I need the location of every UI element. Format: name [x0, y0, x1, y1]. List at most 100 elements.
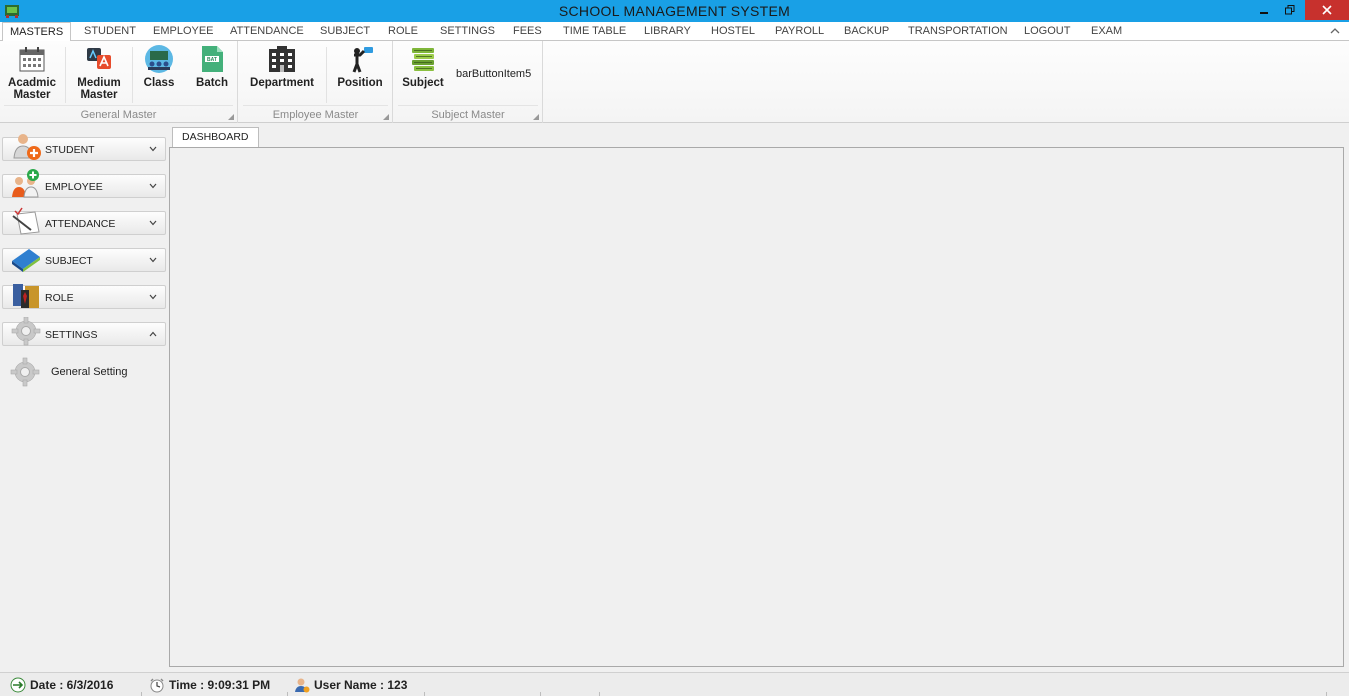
batch-icon-text: BAT: [207, 57, 217, 63]
medium-master-label-2: Master: [80, 89, 118, 101]
subject-label: Subject: [402, 77, 444, 89]
nav-group-label: EMPLOYEE: [45, 181, 103, 193]
group-caption-divider: [398, 105, 538, 106]
classroom-icon: [145, 45, 173, 73]
acadmic-master-label-1: Acadmic: [8, 77, 56, 89]
close-icon: [1322, 5, 1332, 15]
tab-library[interactable]: LIBRARY: [644, 22, 691, 41]
gear-icon: [11, 317, 41, 346]
subject-button[interactable]: Subject: [400, 44, 446, 89]
user-icon: [295, 678, 310, 693]
ribbon-group-general-master: Acadmic Master Medium Master Class BAT B…: [0, 41, 238, 123]
tab-student[interactable]: STUDENT: [84, 22, 136, 41]
minimize-button[interactable]: [1251, 0, 1277, 20]
status-divider: [1326, 692, 1327, 696]
building-icon: [269, 46, 295, 72]
nav-group-label: STUDENT: [45, 144, 95, 156]
tab-fees[interactable]: FEES: [513, 22, 542, 41]
nav-group-employee[interactable]: EMPLOYEE: [2, 169, 166, 198]
restore-button[interactable]: [1277, 0, 1303, 20]
department-button[interactable]: Department: [245, 44, 319, 89]
nav-group-role[interactable]: ROLE: [2, 284, 166, 309]
nav-group-label: ROLE: [45, 292, 74, 304]
ribbon-group-employee-master: Department Position Employee Master: [239, 41, 393, 123]
department-label: Department: [250, 77, 314, 89]
status-time-text: Time : 9:09:31 PM: [169, 678, 271, 692]
tab-logout[interactable]: LOGOUT: [1024, 22, 1070, 41]
class-button[interactable]: Class: [138, 44, 180, 89]
clock-icon: [150, 678, 164, 693]
bar-button-item-5[interactable]: barButtonItem5: [456, 68, 531, 80]
group-launcher-icon[interactable]: [228, 114, 234, 120]
acadmic-master-label-2: Master: [13, 89, 51, 101]
status-divider: [287, 692, 288, 696]
tab-payroll[interactable]: PAYROLL: [775, 22, 824, 41]
batch-file-icon: BAT: [202, 46, 223, 72]
ribbon-group-subject-master: Subject barButtonItem5 Subject Master: [394, 41, 543, 123]
language-icon: [87, 48, 111, 69]
chevron-up-icon: [149, 331, 157, 337]
calendar-arrow-icon: [10, 677, 26, 693]
add-employee-icon: [12, 169, 39, 198]
add-student-icon: [13, 134, 41, 160]
close-button[interactable]: [1305, 0, 1349, 20]
nav-group-subject[interactable]: SUBJECT: [2, 248, 166, 272]
navigation-panel: STUDENT EMPLOYEE ATTENDANCE SUBJECT ROLE…: [0, 124, 168, 671]
tab-dashboard[interactable]: DASHBOARD: [172, 127, 259, 148]
tab-settings[interactable]: SETTINGS: [440, 22, 495, 41]
chevron-down-icon: [149, 294, 157, 300]
ribbon-tab-bar: MASTERS STUDENT EMPLOYEE ATTENDANCE SUBJ…: [0, 22, 1349, 42]
nav-group-label: SUBJECT: [45, 255, 93, 267]
role-icon: [13, 284, 39, 308]
group-launcher-icon[interactable]: [383, 114, 389, 120]
tab-hostel[interactable]: HOSTEL: [711, 22, 755, 41]
group-caption-general-master: General Master: [80, 109, 157, 121]
nav-group-label: ATTENDANCE: [45, 218, 116, 230]
tab-backup[interactable]: BACKUP: [844, 22, 889, 41]
gear-icon: [10, 357, 40, 387]
status-date-text: Date : 6/3/2016: [30, 678, 114, 692]
tab-role[interactable]: ROLE: [388, 22, 418, 41]
group-caption-subject-master: Subject Master: [431, 109, 505, 121]
medium-master-button[interactable]: Medium Master: [70, 44, 128, 101]
status-divider: [424, 692, 425, 696]
status-divider: [141, 692, 142, 696]
nav-item-general-setting[interactable]: General Setting: [8, 356, 164, 387]
chevron-down-icon: [149, 146, 157, 152]
position-label: Position: [337, 77, 383, 89]
group-launcher-icon[interactable]: [533, 114, 539, 120]
tab-time-table[interactable]: TIME TABLE: [563, 22, 626, 41]
batch-button[interactable]: BAT Batch: [190, 44, 234, 89]
nav-group-attendance[interactable]: ATTENDANCE: [2, 207, 166, 235]
ribbon-separator: [65, 47, 66, 103]
acadmic-master-button[interactable]: Acadmic Master: [3, 44, 61, 101]
ribbon-separator: [132, 47, 133, 103]
tab-subject[interactable]: SUBJECT: [320, 22, 370, 41]
status-user: User Name : 123: [294, 677, 407, 693]
nav-item-label: General Setting: [51, 366, 128, 378]
tab-exam[interactable]: EXAM: [1091, 22, 1122, 41]
nav-group-settings[interactable]: SETTINGS: [2, 317, 166, 346]
presenter-icon: [352, 47, 373, 73]
nav-group-label: SETTINGS: [45, 329, 98, 341]
minimize-icon: [1260, 12, 1268, 14]
chevron-down-icon: [149, 257, 157, 263]
tab-transportation[interactable]: TRANSPORTATION: [908, 22, 1008, 41]
tab-attendance[interactable]: ATTENDANCE: [230, 22, 304, 41]
dashboard-content: [169, 147, 1344, 667]
medium-master-label-1: Medium: [77, 77, 121, 89]
books-icon: [412, 48, 434, 71]
status-date: Date : 6/3/2016: [10, 677, 113, 693]
position-button[interactable]: Position: [333, 44, 387, 89]
class-label: Class: [143, 77, 175, 89]
status-divider: [540, 692, 541, 696]
collapse-ribbon-icon[interactable]: [1329, 25, 1341, 37]
batch-label: Batch: [196, 77, 228, 89]
nav-group-student[interactable]: STUDENT: [2, 134, 166, 161]
calendar-icon: [19, 47, 45, 72]
restore-icon: [1285, 5, 1295, 15]
tab-masters[interactable]: MASTERS: [2, 22, 72, 42]
ribbon-page-masters: Acadmic Master Medium Master Class BAT B…: [0, 41, 1349, 123]
attendance-sheet-icon: [12, 207, 40, 235]
tab-employee[interactable]: EMPLOYEE: [153, 22, 214, 41]
